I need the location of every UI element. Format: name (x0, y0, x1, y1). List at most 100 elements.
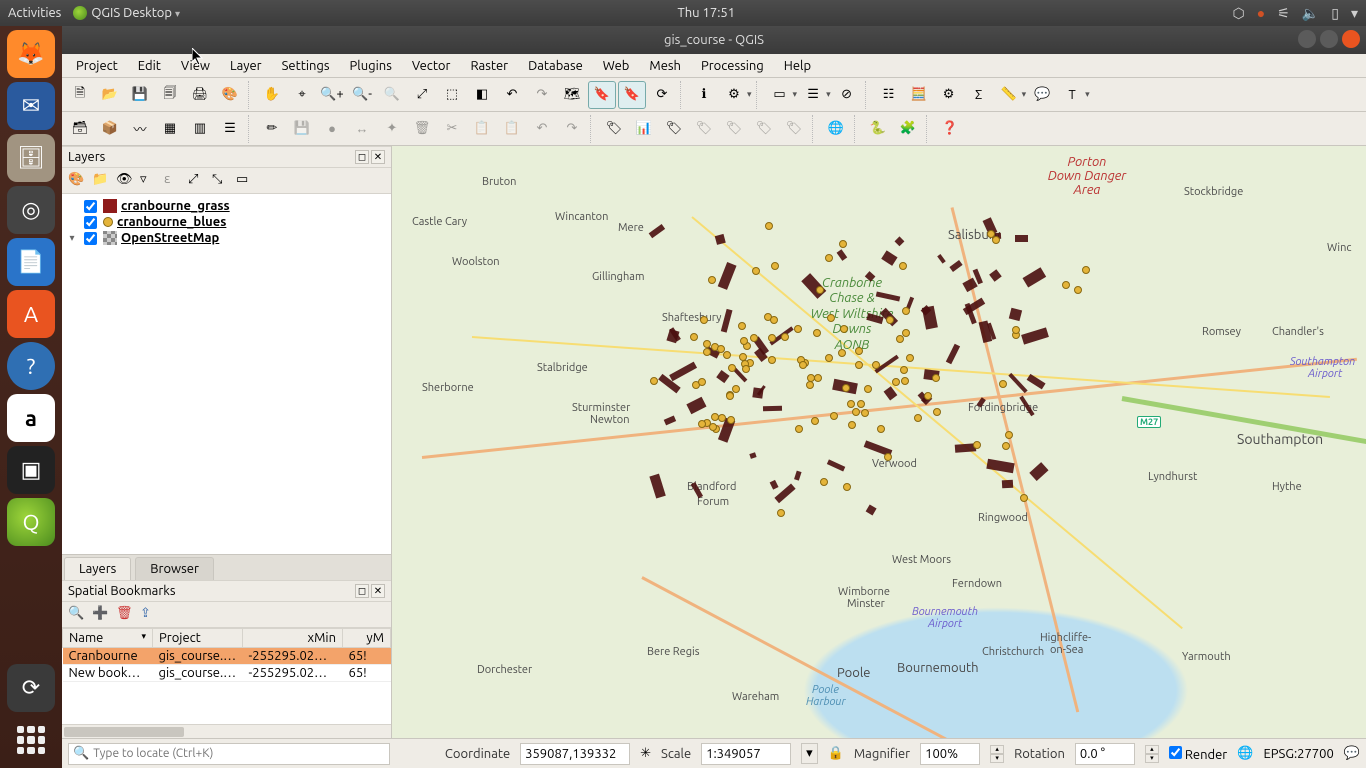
new-map-view-button[interactable]: 🗺 (558, 81, 586, 109)
dropbox-icon[interactable]: ⬡ (1233, 5, 1245, 22)
deselect-button[interactable]: ⊘ (833, 81, 861, 109)
bm-col-project[interactable]: Project (153, 629, 243, 648)
layer-name[interactable]: cranbourne_grass (121, 199, 230, 213)
clock[interactable]: Thu 17:51 (180, 6, 1233, 20)
menu-edit[interactable]: Edit (130, 57, 169, 75)
save-project-as-button[interactable]: 🗐 (156, 81, 184, 109)
zoom-last-button[interactable]: ↶ (498, 81, 526, 109)
magnifier-field[interactable]: 100% (920, 743, 980, 765)
paste-button[interactable]: 📋 (498, 115, 526, 143)
add-group-icon[interactable]: 📁 (92, 172, 110, 190)
filter-expr-icon[interactable]: ε (164, 172, 182, 190)
layers-panel-title[interactable]: Layers ◻✕ (62, 146, 391, 168)
activities-button[interactable]: Activities (8, 6, 61, 20)
lock-scale-icon[interactable]: 🔒 (828, 746, 844, 761)
menu-mesh[interactable]: Mesh (641, 57, 689, 75)
field-calculator-button[interactable]: 🧮 (905, 81, 933, 109)
launcher-software[interactable]: A (7, 290, 55, 338)
menu-database[interactable]: Database (520, 57, 591, 75)
magnifier-spinner[interactable]: ▴▾ (990, 745, 1004, 763)
messages-icon[interactable]: 💬 (1344, 746, 1360, 761)
label-tool-4-button[interactable]: 🏷 (780, 115, 808, 143)
bookmark-delete-icon[interactable]: 🗑 (116, 606, 134, 624)
panel-close-icon[interactable]: ✕ (371, 584, 385, 598)
bm-col-xmin[interactable]: xMin (243, 629, 343, 648)
layer-name[interactable]: cranbourne_blues (117, 215, 226, 229)
metasearch-button[interactable]: 🌐 (822, 115, 850, 143)
bookmark-share-icon[interactable]: ⇪ (140, 606, 158, 624)
toggle-editing-button[interactable]: ✏ (258, 115, 286, 143)
render-checkbox[interactable]: Render (1169, 746, 1227, 762)
zoom-native-button[interactable]: 🔍 (378, 81, 406, 109)
window-maximize-button[interactable] (1320, 30, 1338, 48)
layer-checkbox[interactable] (84, 200, 97, 213)
launcher-terminal[interactable]: ▣ (7, 446, 55, 494)
layer-checkbox[interactable] (84, 216, 97, 229)
layers-tree[interactable]: cranbourne_grass cranbourne_blues ▾ Open… (62, 194, 391, 554)
launcher-back[interactable]: ⟳ (7, 664, 55, 712)
rotation-field[interactable]: 0.0 ° (1075, 743, 1135, 765)
node-tool-button[interactable]: ✦ (378, 115, 406, 143)
save-project-button[interactable]: 💾 (126, 81, 154, 109)
print-layout-button[interactable]: 🖨 (186, 81, 214, 109)
menu-project[interactable]: Project (68, 57, 126, 75)
filter-legend-icon[interactable]: ▿ (140, 172, 158, 190)
zoom-selection-button[interactable]: ⬚ (438, 81, 466, 109)
map-tips-button[interactable]: 💬 (1028, 81, 1056, 109)
copy-button[interactable]: 📋 (468, 115, 496, 143)
bookmark-add-icon[interactable]: ➕ (92, 606, 110, 624)
zoom-layer-button[interactable]: ◧ (468, 81, 496, 109)
launcher-firefox[interactable]: 🦊 (7, 30, 55, 78)
collapse-all-icon[interactable]: ⤡ (212, 172, 230, 190)
add-mesh-button[interactable]: ▥ (186, 115, 214, 143)
undo-button[interactable]: ↶ (528, 115, 556, 143)
system-menu-chevron-icon[interactable]: ▾ (1351, 5, 1358, 22)
redo-button[interactable]: ↷ (558, 115, 586, 143)
pan-button[interactable]: ✋ (258, 81, 286, 109)
zoom-next-button[interactable]: ↷ (528, 81, 556, 109)
add-delimited-button[interactable]: ☰ (216, 115, 244, 143)
label-highlight-button[interactable]: 🏷 (660, 115, 688, 143)
bookmarks-table[interactable]: Name ▾ Project xMin yM Cranbourne gis_co… (62, 628, 391, 724)
delete-button[interactable]: 🗑 (408, 115, 436, 143)
cut-button[interactable]: ✂ (438, 115, 466, 143)
menu-vector[interactable]: Vector (404, 57, 459, 75)
save-edits-button[interactable]: 💾 (288, 115, 316, 143)
label-button[interactable]: 🏷 (600, 115, 628, 143)
statistics-button[interactable]: Σ (965, 81, 993, 109)
bookmarks-hscrollbar[interactable] (62, 724, 391, 738)
label-tool-1-button[interactable]: 🏷 (690, 115, 718, 143)
data-source-manager-button[interactable]: 🗃 (66, 115, 94, 143)
crs-icon[interactable]: 🌐 (1237, 746, 1253, 761)
expand-all-icon[interactable]: ⤢ (188, 172, 206, 190)
open-project-button[interactable]: 📂 (96, 81, 124, 109)
menu-plugins[interactable]: Plugins (342, 57, 400, 75)
bookmark-zoom-icon[interactable]: 🔍 (68, 606, 86, 624)
coordinate-toggle-icon[interactable]: ✳ (640, 746, 651, 761)
locator-input[interactable] (93, 747, 385, 760)
launcher-rhythmbox[interactable]: ◎ (7, 186, 55, 234)
move-feature-button[interactable]: ↔ (348, 115, 376, 143)
menu-raster[interactable]: Raster (462, 57, 516, 75)
select-features-button[interactable]: ▭ (766, 81, 794, 109)
layer-checkbox[interactable] (84, 232, 97, 245)
new-geopackage-button[interactable]: 📦 (96, 115, 124, 143)
tab-browser[interactable]: Browser (135, 557, 214, 580)
identify-button[interactable]: ℹ (690, 81, 718, 109)
volume-icon[interactable]: 🔈 (1302, 5, 1319, 22)
launcher-thunderbird[interactable]: ✉ (7, 82, 55, 130)
refresh-button[interactable]: ⟳ (648, 81, 676, 109)
battery-icon[interactable]: ▯ (1331, 5, 1339, 22)
zoom-out-button[interactable]: 🔍- (348, 81, 376, 109)
new-project-button[interactable]: 🗎 (66, 81, 94, 109)
launcher-writer[interactable]: 📄 (7, 238, 55, 286)
select-by-form-button[interactable]: ☰ (799, 81, 827, 109)
add-vector-button[interactable]: 〰 (126, 115, 154, 143)
menu-processing[interactable]: Processing (693, 57, 772, 75)
help-whatsthis-button[interactable]: ❓ (936, 115, 964, 143)
layer-style-icon[interactable]: 🎨 (68, 172, 86, 190)
label-tool-2-button[interactable]: 🏷 (720, 115, 748, 143)
panel-float-icon[interactable]: ◻ (355, 150, 369, 164)
menu-view[interactable]: View (173, 57, 218, 75)
manage-visibility-icon[interactable]: 👁 (116, 172, 134, 190)
